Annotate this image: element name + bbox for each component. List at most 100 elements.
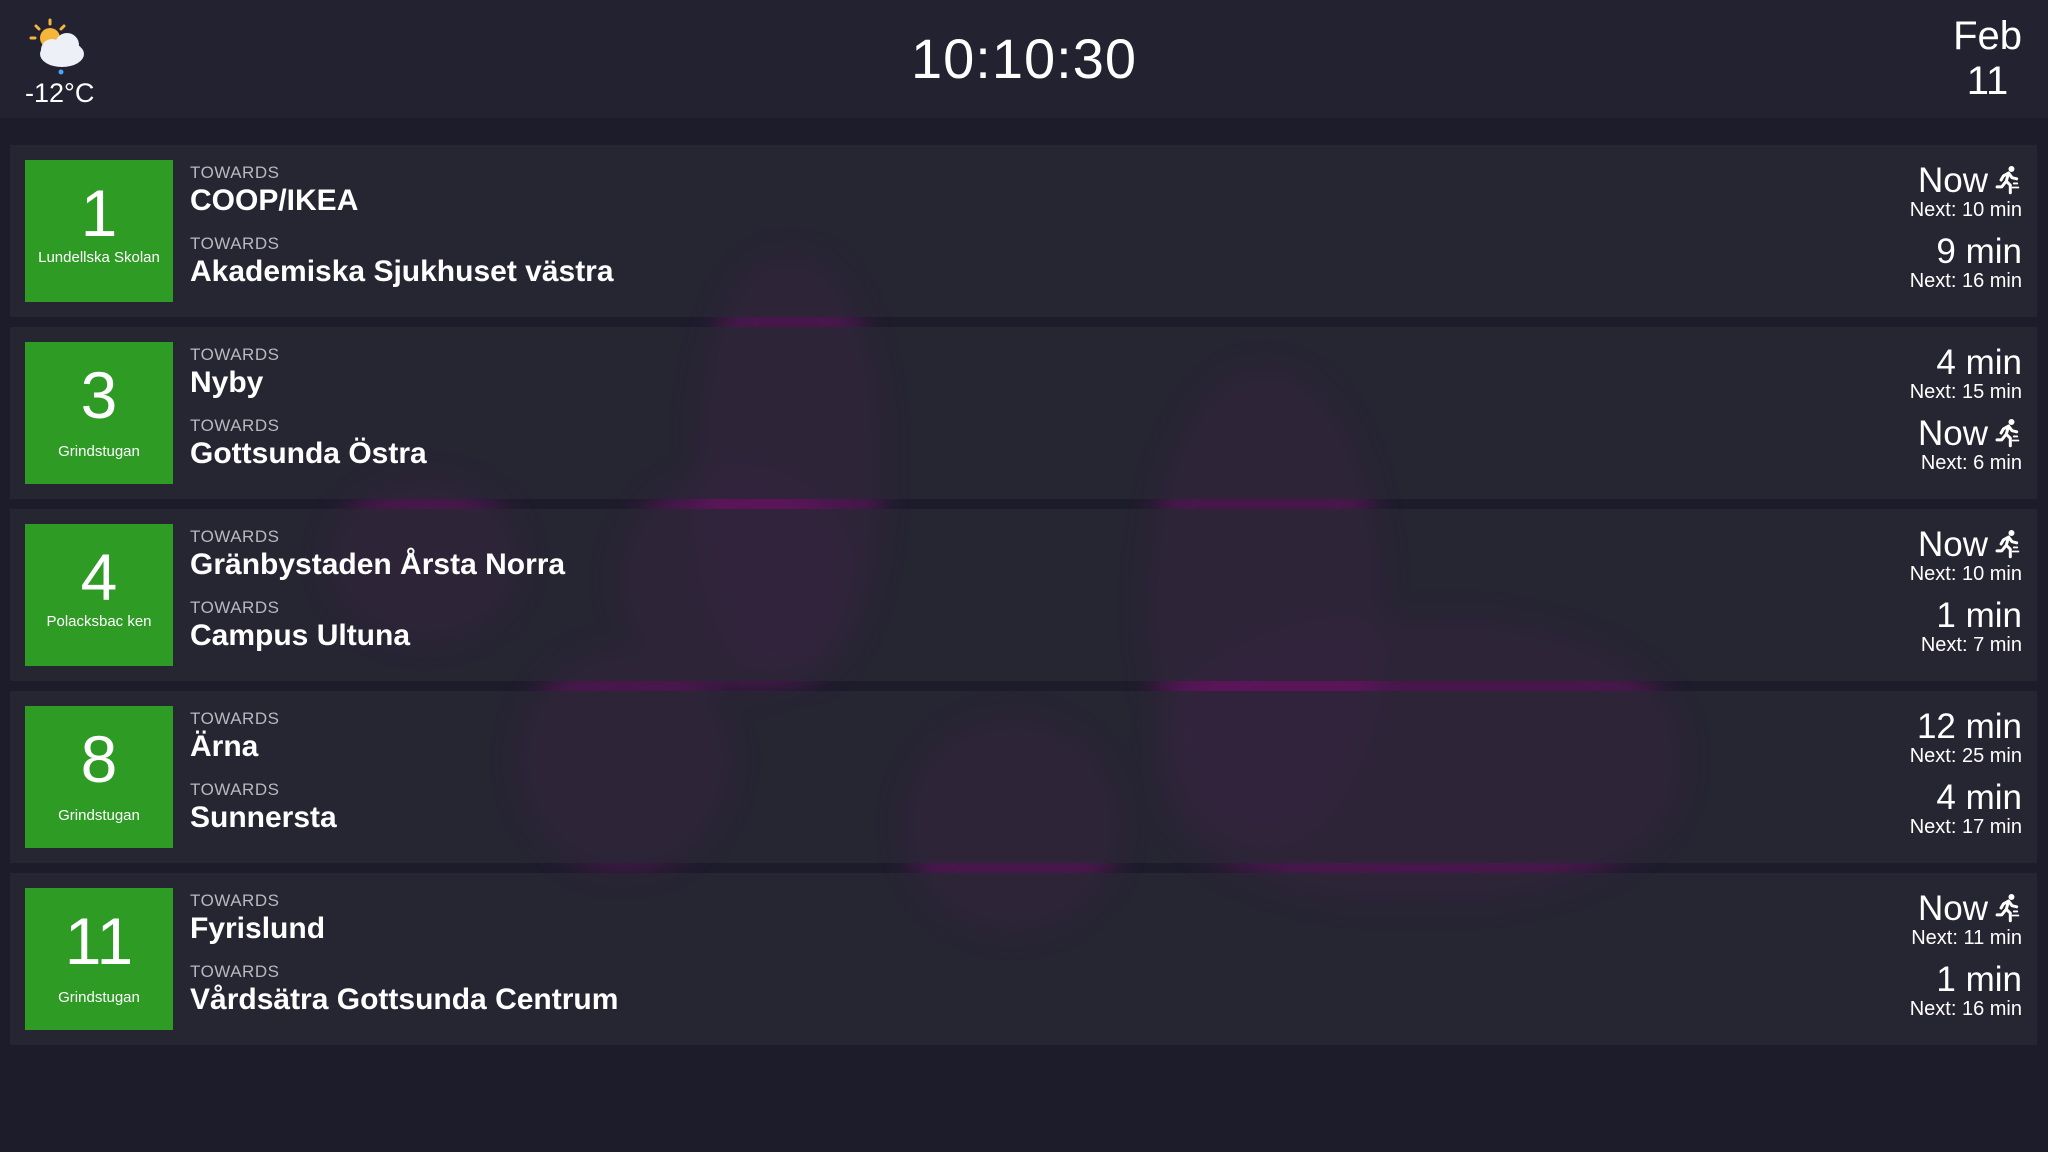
stop-name: Grindstugan	[58, 989, 140, 1006]
header-bar: -12°C 10:10:30 Feb 11	[0, 0, 2048, 118]
line-number: 8	[80, 722, 118, 796]
running-person-icon	[1995, 419, 2020, 448]
destination-name: Vårdsätra Gottsunda Centrum	[190, 983, 619, 1016]
next-departure: Next: 7 min	[1920, 634, 2022, 656]
departure-time-block: 4 min Next: 17 min	[1909, 780, 2022, 839]
departure-time-text: Now	[1917, 889, 1988, 928]
running-person-icon	[1995, 530, 2020, 559]
stop-name: Polacksbac ken	[46, 613, 152, 630]
route-row-line-3[interactable]: 3 Grindstugan TOWARDS Nyby TOWARDS Gotts…	[10, 327, 2037, 499]
destination-block: TOWARDS Vårdsätra Gottsunda Centrum	[190, 962, 618, 1017]
line-number: 3	[80, 358, 118, 432]
departure-time-block: Now Next: 6 min	[1918, 416, 2022, 475]
departure-time-text: 1 min	[1936, 960, 2022, 999]
stop-name: Grindstugan	[58, 443, 140, 460]
next-departure: Next: 17 min	[1909, 816, 2022, 838]
destination-name: COOP/IKEA	[190, 184, 359, 217]
destination-block: TOWARDS COOP/IKEA	[190, 163, 358, 218]
departure-time-block: Now Next: 10 min	[1909, 527, 2022, 586]
departure-time-text: Now	[1917, 414, 1988, 453]
departure-board: -12°C 10:10:30 Feb 11 1 Lundellska Skola…	[0, 0, 2048, 1152]
departure-time: Now	[1911, 891, 2022, 927]
departure-time-block: 1 min Next: 16 min	[1909, 962, 2022, 1021]
destination-name: Akademiska Sjukhuset västra	[190, 255, 614, 288]
towards-label: TOWARDS	[190, 780, 280, 799]
towards-label: TOWARDS	[190, 962, 280, 981]
departure-time-text: 12 min	[1916, 707, 2022, 746]
destination-block: TOWARDS Sunnersta	[190, 780, 337, 835]
departure-time: 1 min	[1921, 598, 2022, 634]
departure-time-text: 4 min	[1936, 343, 2022, 382]
line-badge: 3 Grindstugan	[25, 342, 173, 484]
departure-time: Now	[1910, 527, 2022, 563]
stop-name: Lundellska Skolan	[38, 249, 160, 266]
departure-time: 1 min	[1910, 962, 2022, 998]
towards-label: TOWARDS	[190, 416, 280, 435]
destination-block: TOWARDS Ärna	[190, 709, 279, 764]
destination-name: Ärna	[190, 730, 259, 763]
clock: 10:10:30	[911, 27, 1137, 90]
towards-label: TOWARDS	[190, 345, 280, 364]
stop-name: Grindstugan	[58, 807, 140, 824]
destination-name: Fyrislund	[190, 912, 326, 945]
next-departure: Next: 16 min	[1909, 998, 2022, 1020]
date-display: Feb 11	[1953, 14, 2022, 104]
destination-name: Nyby	[190, 366, 264, 399]
destination-block: TOWARDS Nyby	[190, 345, 279, 400]
route-row-line-11[interactable]: 11 Grindstugan TOWARDS Fyrislund TOWARDS…	[10, 873, 2037, 1045]
departure-time-block: Now Next: 10 min	[1909, 163, 2022, 222]
destination-name: Campus Ultuna	[190, 619, 411, 652]
destination-block: TOWARDS Fyrislund	[190, 891, 325, 946]
departure-time: 4 min	[1910, 345, 2022, 381]
line-badge: 1 Lundellska Skolan	[25, 160, 173, 302]
line-badge: 11 Grindstugan	[25, 888, 173, 1030]
line-number: 4	[80, 540, 118, 614]
departure-time: 9 min	[1910, 234, 2022, 270]
next-departure: Next: 11 min	[1911, 927, 2022, 949]
departure-time: 4 min	[1910, 780, 2022, 816]
departure-time-block: 12 min Next: 25 min	[1909, 709, 2022, 768]
date-day: 11	[1966, 59, 2009, 103]
departure-time-block: 1 min Next: 7 min	[1920, 598, 2022, 657]
destination-block: TOWARDS Gottsunda Östra	[190, 416, 427, 471]
departure-time-text: 4 min	[1936, 778, 2022, 817]
departure-time-text: 9 min	[1936, 232, 2022, 271]
line-badge: 8 Grindstugan	[25, 706, 173, 848]
next-departure: Next: 25 min	[1909, 745, 2022, 767]
towards-label: TOWARDS	[190, 598, 280, 617]
line-number: 11	[64, 904, 134, 978]
running-person-icon	[1995, 166, 2020, 195]
line-number: 1	[80, 176, 118, 250]
destination-block: TOWARDS Gränbystaden Årsta Norra	[190, 527, 565, 582]
departure-time-block: Now Next: 11 min	[1911, 891, 2022, 950]
towards-label: TOWARDS	[190, 163, 280, 182]
route-row-line-1[interactable]: 1 Lundellska Skolan TOWARDS COOP/IKEA TO…	[10, 145, 2037, 317]
date-month: Feb	[1953, 14, 2022, 58]
destination-block: TOWARDS Akademiska Sjukhuset västra	[190, 234, 614, 289]
next-departure: Next: 16 min	[1909, 270, 2022, 292]
towards-label: TOWARDS	[190, 527, 280, 546]
destination-block: TOWARDS Campus Ultuna	[190, 598, 410, 653]
departure-time-text: 1 min	[1936, 596, 2022, 635]
route-row-line-4[interactable]: 4 Polacksbac ken TOWARDS Gränbystaden År…	[10, 509, 2037, 681]
next-departure: Next: 10 min	[1909, 563, 2022, 585]
line-badge: 4 Polacksbac ken	[25, 524, 173, 666]
destination-name: Gottsunda Östra	[190, 437, 427, 470]
towards-label: TOWARDS	[190, 709, 280, 728]
next-departure: Next: 15 min	[1909, 381, 2022, 403]
departure-time: Now	[1910, 163, 2022, 199]
departure-time-text: Now	[1917, 161, 1988, 200]
towards-label: TOWARDS	[190, 234, 280, 253]
departure-time-block: 9 min Next: 16 min	[1909, 234, 2022, 293]
towards-label: TOWARDS	[190, 891, 280, 910]
departure-time-text: Now	[1917, 525, 1988, 564]
destination-name: Gränbystaden Årsta Norra	[190, 548, 566, 581]
route-row-line-8[interactable]: 8 Grindstugan TOWARDS Ärna TOWARDS Sunne…	[10, 691, 2037, 863]
departure-time: Now	[1918, 416, 2022, 452]
next-departure: Next: 10 min	[1909, 199, 2022, 221]
departure-time-block: 4 min Next: 15 min	[1909, 345, 2022, 404]
departure-time: 12 min	[1910, 709, 2022, 745]
destination-name: Sunnersta	[190, 801, 337, 834]
running-person-icon	[1995, 894, 2020, 923]
next-departure: Next: 6 min	[1920, 452, 2022, 474]
